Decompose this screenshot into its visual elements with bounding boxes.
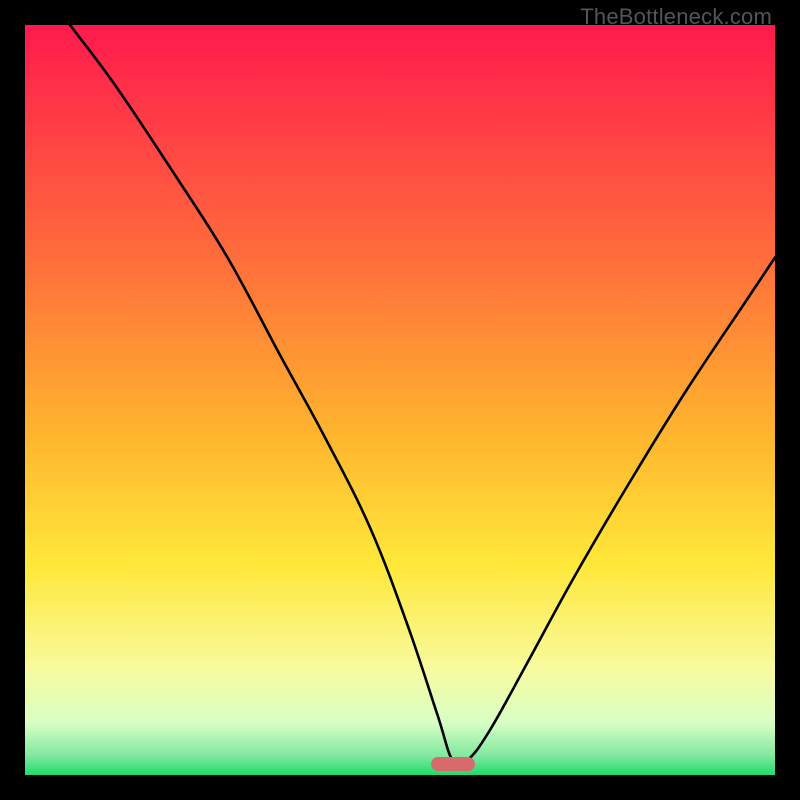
bottleneck-curve (25, 25, 775, 775)
chart-frame: TheBottleneck.com (0, 0, 800, 800)
plot-area (25, 25, 775, 775)
optimal-marker (431, 757, 475, 771)
